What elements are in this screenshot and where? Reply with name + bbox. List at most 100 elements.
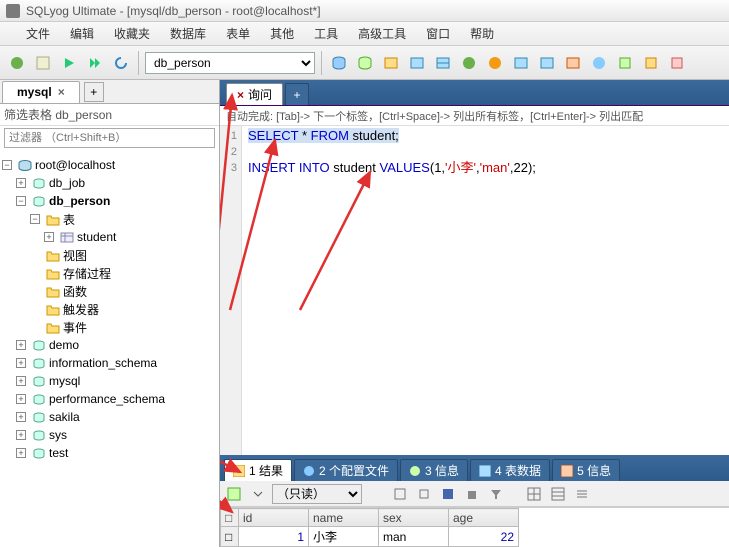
expand-icon[interactable]: +: [16, 430, 26, 440]
tree-table-student[interactable]: student: [77, 230, 116, 244]
add-query-tab-button[interactable]: +: [285, 83, 309, 105]
col-id[interactable]: id: [239, 509, 309, 527]
cell-age[interactable]: 22: [449, 527, 519, 547]
table-row[interactable]: □ 1 小李 man 22: [221, 527, 519, 547]
expand-icon[interactable]: +: [44, 232, 54, 242]
tb-icon-11[interactable]: [588, 52, 610, 74]
tree-root[interactable]: root@localhost: [35, 158, 115, 172]
expand-icon[interactable]: +: [16, 412, 26, 422]
tree-db-job[interactable]: db_job: [49, 176, 85, 190]
grid-refresh-icon[interactable]: [224, 484, 244, 504]
menu-other[interactable]: 其他: [262, 23, 302, 44]
menu-powertools[interactable]: 高级工具: [350, 23, 414, 44]
tb-icon-2[interactable]: [354, 52, 376, 74]
menu-window[interactable]: 窗口: [418, 23, 458, 44]
folder-icon: [45, 284, 60, 298]
menu-help[interactable]: 帮助: [462, 23, 502, 44]
connection-tab-mysql[interactable]: mysql ×: [2, 81, 80, 103]
tree-db-mysql[interactable]: mysql: [49, 374, 80, 388]
result-tab-3[interactable]: 3 信息: [400, 459, 468, 481]
expand-icon[interactable]: +: [16, 358, 26, 368]
tree-views-folder[interactable]: 视图: [63, 247, 87, 264]
code-area[interactable]: SELECT * FROM student; INSERT INTO stude…: [242, 126, 542, 455]
expand-icon[interactable]: +: [16, 376, 26, 386]
cell-id[interactable]: 1: [239, 527, 309, 547]
view-grid-icon[interactable]: [524, 484, 544, 504]
tree-db-perfschema[interactable]: performance_schema: [49, 392, 165, 406]
expand-icon[interactable]: +: [16, 394, 26, 404]
menu-table[interactable]: 表单: [218, 23, 258, 44]
row-marker[interactable]: □: [221, 527, 239, 547]
view-form-icon[interactable]: [548, 484, 568, 504]
filter-icon[interactable]: [486, 484, 506, 504]
expand-icon[interactable]: +: [16, 340, 26, 350]
result-tab-5[interactable]: 5 信息: [552, 459, 620, 481]
readonly-selector[interactable]: （只读）: [272, 484, 362, 504]
menu-tools[interactable]: 工具: [306, 23, 346, 44]
add-connection-button[interactable]: +: [84, 82, 104, 102]
tb-icon-12[interactable]: [614, 52, 636, 74]
tb-icon-5[interactable]: [432, 52, 454, 74]
expand-icon[interactable]: +: [16, 448, 26, 458]
tab-close-icon[interactable]: ×: [237, 88, 244, 102]
menu-file[interactable]: 文件: [18, 23, 58, 44]
grid-dropdown-icon[interactable]: [248, 484, 268, 504]
result-tab-2[interactable]: 2 个配置文件: [294, 459, 398, 481]
query-tab-1[interactable]: × 询问: [226, 83, 283, 105]
menu-database[interactable]: 数据库: [162, 23, 214, 44]
tb-icon-13[interactable]: [640, 52, 662, 74]
expand-icon[interactable]: −: [30, 214, 40, 224]
tree-triggers-folder[interactable]: 触发器: [63, 301, 99, 318]
tree-funcs-folder[interactable]: 函数: [63, 283, 87, 300]
execute-all-icon[interactable]: [84, 52, 106, 74]
sql-editor[interactable]: 123 SELECT * FROM student; INSERT INTO s…: [220, 126, 729, 455]
close-connection-icon[interactable]: ×: [58, 85, 65, 99]
copy-icon[interactable]: [414, 484, 434, 504]
export-icon[interactable]: [390, 484, 410, 504]
tree-db-person[interactable]: db_person: [49, 194, 110, 208]
folder-icon: [45, 212, 60, 226]
tb-icon-6[interactable]: [458, 52, 480, 74]
tb-icon-1[interactable]: [328, 52, 350, 74]
tree-tables-folder[interactable]: 表: [63, 211, 75, 228]
database-selector[interactable]: db_person: [145, 52, 315, 74]
tree-db-demo[interactable]: demo: [49, 338, 79, 352]
result-grid[interactable]: □ id name sex age □ 1 小李 man 22: [220, 507, 729, 547]
execute-icon[interactable]: [58, 52, 80, 74]
menu-edit[interactable]: 编辑: [62, 23, 102, 44]
cell-name[interactable]: 小李: [309, 527, 379, 547]
new-connection-icon[interactable]: [6, 52, 28, 74]
view-text-icon[interactable]: [572, 484, 592, 504]
expand-icon[interactable]: +: [16, 178, 26, 188]
menu-favorites[interactable]: 收藏夹: [106, 23, 158, 44]
query-tab-label: 询问: [248, 86, 272, 103]
tree-db-test[interactable]: test: [49, 446, 68, 460]
app-logo-icon: [6, 4, 20, 18]
tb-icon-4[interactable]: [406, 52, 428, 74]
tree-db-infoschema[interactable]: information_schema: [49, 356, 157, 370]
schema-tree[interactable]: −root@localhost +db_job −db_person −表 +s…: [0, 152, 219, 547]
tb-icon-9[interactable]: [536, 52, 558, 74]
filter-input[interactable]: [4, 128, 215, 148]
refresh-icon[interactable]: [110, 52, 132, 74]
expand-icon[interactable]: −: [16, 196, 26, 206]
new-query-icon[interactable]: [32, 52, 54, 74]
result-tab-1[interactable]: 1 结果: [224, 459, 292, 481]
delete-icon[interactable]: [462, 484, 482, 504]
tb-icon-3[interactable]: [380, 52, 402, 74]
cell-sex[interactable]: man: [379, 527, 449, 547]
tb-icon-8[interactable]: [510, 52, 532, 74]
col-age[interactable]: age: [449, 509, 519, 527]
tb-icon-7[interactable]: [484, 52, 506, 74]
expand-icon[interactable]: −: [2, 160, 12, 170]
save-icon[interactable]: [438, 484, 458, 504]
tb-icon-14[interactable]: [666, 52, 688, 74]
col-sex[interactable]: sex: [379, 509, 449, 527]
tb-icon-10[interactable]: [562, 52, 584, 74]
result-tab-4[interactable]: 4 表数据: [470, 459, 550, 481]
col-name[interactable]: name: [309, 509, 379, 527]
tree-db-sakila[interactable]: sakila: [49, 410, 80, 424]
tree-procs-folder[interactable]: 存储过程: [63, 265, 111, 282]
tree-db-sys[interactable]: sys: [49, 428, 67, 442]
tree-events-folder[interactable]: 事件: [63, 319, 87, 336]
